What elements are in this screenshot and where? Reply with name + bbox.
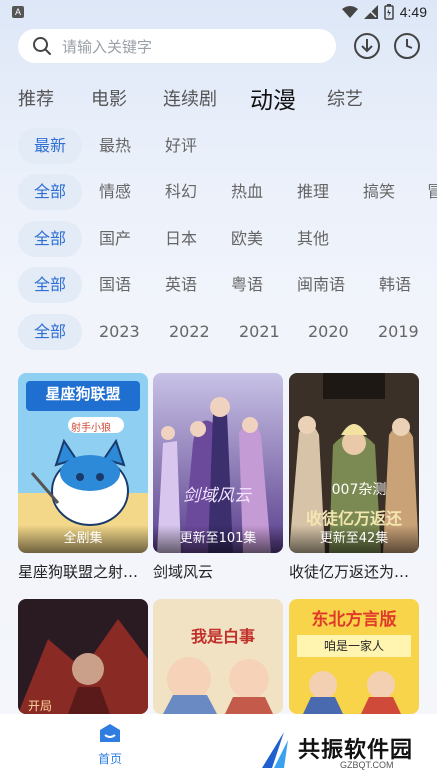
- language-chip[interactable]: 英语: [165, 267, 197, 303]
- year-filter-row: 全部 2023 2022 2021 2020 2019: [0, 314, 437, 350]
- status-bar: A 4:49: [0, 0, 437, 24]
- genre-chip[interactable]: 搞笑: [363, 174, 395, 210]
- nav-home-label: 首页: [97, 752, 122, 766]
- genre-chip[interactable]: 情感: [99, 174, 131, 210]
- poster-image: 星座狗联盟 射手小狼 全剧集: [18, 373, 148, 553]
- poster-title-text: 开局: [28, 699, 53, 713]
- genre-chip[interactable]: 科幻: [165, 174, 197, 210]
- year-chip[interactable]: 2019: [378, 314, 419, 350]
- language-chip[interactable]: 国语: [99, 267, 131, 303]
- poster-image: 007杂测 收徒亿万返还 更新至42集: [289, 373, 419, 553]
- episode-badge: 更新至101集: [153, 525, 283, 553]
- region-chip-all[interactable]: 全部: [18, 221, 82, 257]
- sort-chip-hot[interactable]: 最热: [99, 128, 131, 164]
- clock: 4:49: [399, 4, 427, 20]
- poster-image: 剑域风云 更新至101集: [153, 373, 283, 553]
- tab-anime[interactable]: 动漫: [250, 81, 296, 115]
- sort-chip-latest[interactable]: 最新: [18, 128, 82, 164]
- signal-icon: [363, 5, 378, 19]
- search-bar[interactable]: 请输入关键字: [18, 29, 336, 63]
- genre-chip[interactable]: 推理: [297, 174, 329, 210]
- nav-home[interactable]: 首页: [92, 722, 128, 767]
- battery-icon: [384, 4, 394, 20]
- language-chip[interactable]: 闽南语: [297, 267, 345, 303]
- watermark-logo: 共振软件园 GZBQT.COM: [258, 730, 418, 770]
- year-chip-all[interactable]: 全部: [18, 314, 82, 350]
- genre-chip-all[interactable]: 全部: [18, 174, 82, 210]
- search-placeholder: 请输入关键字: [62, 37, 153, 56]
- card-title: 星座狗联盟之射…: [18, 563, 139, 581]
- wifi-icon: [341, 6, 358, 18]
- poster-title-text: 剑域风云: [183, 486, 251, 506]
- tab-series[interactable]: 连续剧: [163, 85, 217, 111]
- card-title: 剑域风云: [153, 563, 214, 581]
- language-filter-row: 全部 国语 英语 粤语 闽南语 韩语: [0, 267, 437, 303]
- genre-filter-row: 全部 情感 科幻 热血 推理 搞笑 冒: [0, 174, 437, 210]
- search-icon: [33, 37, 51, 55]
- year-chip[interactable]: 2021: [239, 314, 280, 350]
- episode-badge: 全剧集: [18, 525, 148, 553]
- region-chip[interactable]: 其他: [297, 221, 329, 257]
- app-notification-icon: A: [12, 6, 24, 18]
- history-icon[interactable]: [393, 32, 421, 60]
- poster-subtitle-text: 007杂测: [331, 482, 387, 498]
- year-chip[interactable]: 2022: [169, 314, 210, 350]
- language-chip[interactable]: 韩语: [379, 267, 411, 303]
- genre-chip[interactable]: 热血: [231, 174, 263, 210]
- episode-badge: 更新至42集: [289, 525, 419, 553]
- year-chip[interactable]: 2023: [99, 314, 140, 350]
- poster-image: 东北方言版 咱是一家人: [289, 599, 419, 714]
- poster-title-text: 东北方言版: [311, 610, 397, 630]
- home-icon: [100, 724, 120, 742]
- year-chip[interactable]: 2020: [308, 314, 349, 350]
- region-chip[interactable]: 欧美: [231, 221, 263, 257]
- sort-filter-row: 最新 最热 好评: [0, 128, 437, 164]
- region-chip[interactable]: 国产: [99, 221, 131, 257]
- poster-subtitle-text: 射手小狼: [71, 423, 111, 434]
- region-chip[interactable]: 日本: [165, 221, 197, 257]
- tab-variety[interactable]: 综艺: [327, 85, 363, 111]
- card-title: 收徒亿万返还为…: [289, 563, 410, 581]
- language-chip[interactable]: 粤语: [231, 267, 263, 303]
- language-chip-all[interactable]: 全部: [18, 267, 82, 303]
- poster-title-text: 我是白事: [190, 627, 255, 646]
- sort-chip-rated[interactable]: 好评: [165, 128, 197, 164]
- watermark-subtext: GZBQT.COM: [340, 760, 394, 770]
- tab-movie[interactable]: 电影: [91, 85, 127, 111]
- poster-subtitle-text: 咱是一家人: [323, 639, 384, 653]
- poster-image: 开局: [18, 599, 148, 714]
- tab-recommend[interactable]: 推荐: [18, 85, 54, 111]
- download-icon[interactable]: [353, 32, 381, 60]
- logo-mark-icon: [262, 732, 288, 768]
- genre-chip[interactable]: 冒: [427, 174, 437, 210]
- region-filter-row: 全部 国产 日本 欧美 其他: [0, 221, 437, 257]
- poster-title-text: 星座狗联盟: [45, 385, 121, 403]
- poster-image: 我是白事: [153, 599, 283, 714]
